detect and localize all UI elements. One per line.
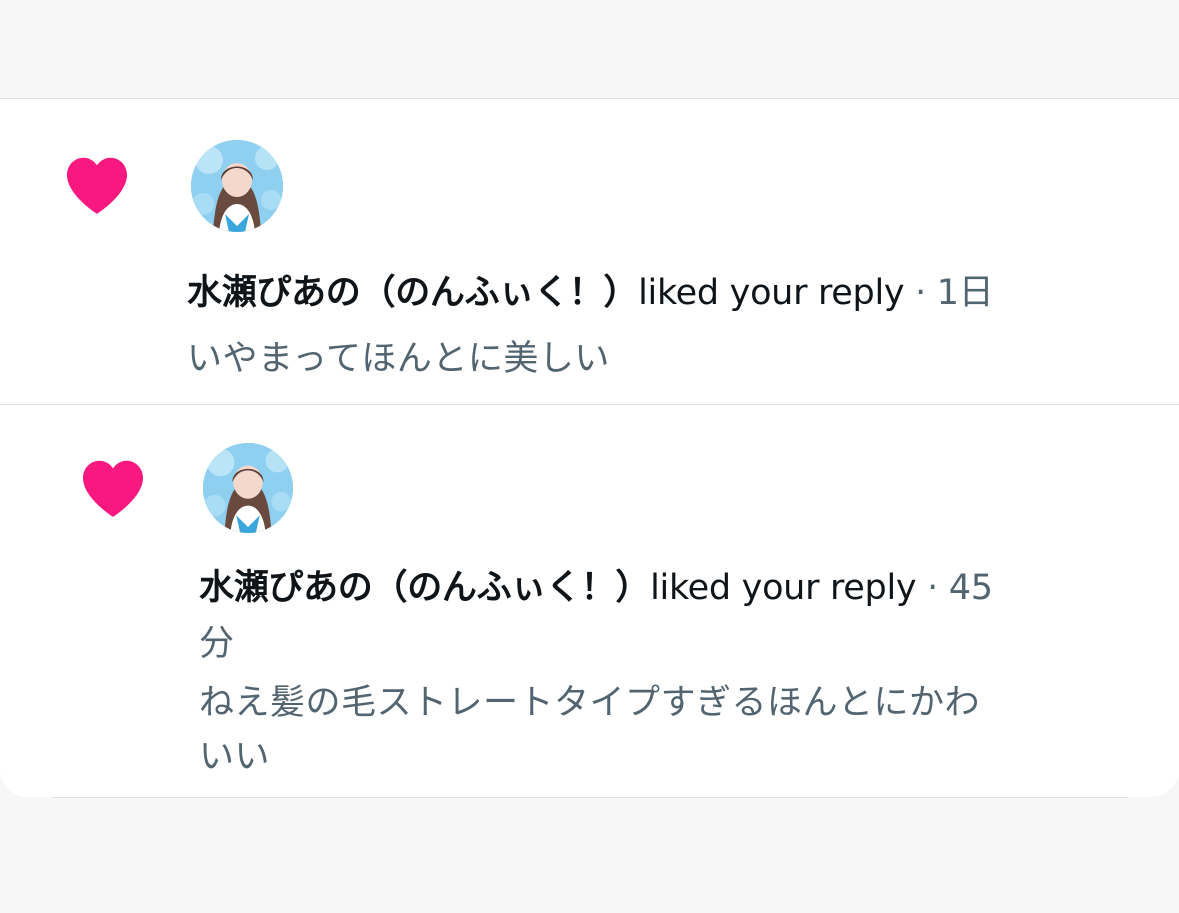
heart-icon [64, 155, 130, 215]
avatar[interactable] [191, 140, 283, 232]
timestamp: 45 [948, 568, 993, 608]
reply-text-line-1: ねえ髪の毛ストレートタイプすぎるほんとにかわ [199, 683, 981, 723]
user-name[interactable]: 水瀬ぴあの（のんふぃく！） [199, 568, 650, 608]
reply-text-line-2: いい [199, 737, 271, 777]
separator: · [915, 273, 926, 313]
notification-header: 水瀬ぴあの（のんふぃく！）liked your reply · 45 [199, 562, 993, 614]
notification-item[interactable]: 水瀬ぴあの（のんふぃく！）liked your reply · 1日 いやまって… [0, 99, 1179, 404]
separator: · [927, 568, 938, 608]
reply-text: いやまってほんとに美しい [187, 339, 610, 379]
notification-header: 水瀬ぴあの（のんふぃく！）liked your reply · 1日 [187, 267, 994, 319]
top-empty-area [0, 0, 1179, 98]
timestamp: 1日 [936, 273, 994, 313]
user-name[interactable]: 水瀬ぴあの（のんふぃく！） [187, 273, 638, 313]
avatar[interactable] [203, 443, 293, 533]
timestamp-unit: 分 [199, 624, 234, 664]
divider-bottom [52, 797, 1128, 798]
heart-icon [80, 458, 146, 518]
action-text: liked your reply [650, 568, 917, 608]
action-text: liked your reply [638, 273, 905, 313]
notification-item[interactable]: 水瀬ぴあの（のんふぃく！）liked your reply · 45 分 ねえ髪… [0, 405, 1179, 797]
